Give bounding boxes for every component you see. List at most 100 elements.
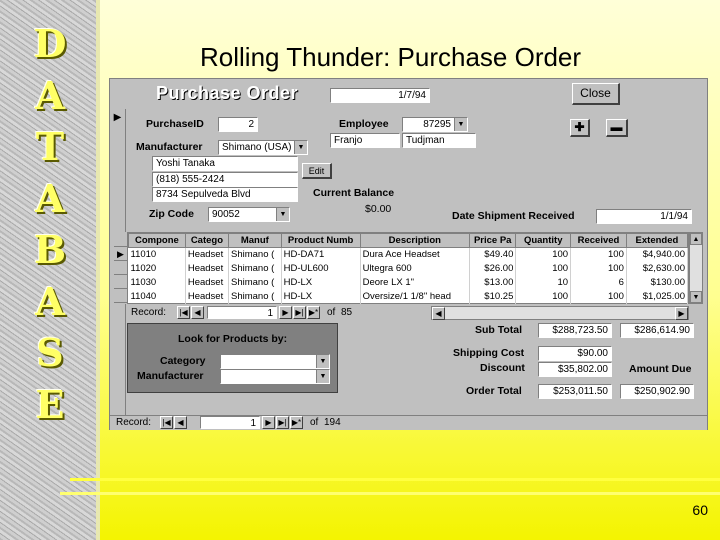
category-select[interactable]: ▼	[220, 354, 330, 369]
row-selector[interactable]	[114, 289, 127, 303]
cell-category[interactable]: Headset	[185, 261, 230, 276]
side-letter: E	[35, 381, 65, 427]
column-header[interactable]: Catego	[184, 233, 230, 248]
last-record-icon[interactable]: ▶|	[276, 416, 289, 429]
cell-category[interactable]: Headset	[185, 247, 230, 262]
column-header[interactable]: Price Pa	[469, 233, 517, 248]
cell-component[interactable]: 11020	[128, 261, 186, 276]
column-header[interactable]: Compone	[128, 233, 186, 248]
cell-category[interactable]: Headset	[185, 275, 230, 290]
cell-description[interactable]: Deore LX 1"	[360, 275, 471, 290]
cell-category[interactable]: Headset	[185, 289, 230, 304]
zip-select[interactable]: 90052 ▼	[208, 207, 290, 222]
row-selector[interactable]	[114, 261, 127, 275]
column-header[interactable]: Description	[359, 233, 471, 248]
cell-extended[interactable]: $4,940.00	[626, 247, 689, 262]
scroll-right-icon[interactable]: ▶	[675, 307, 688, 320]
cell-description[interactable]: Oversize/1 1/8" head	[360, 289, 471, 304]
table-row[interactable]: 11030 Headset Shimano ( HD-LX Deore LX 1…	[128, 275, 689, 290]
cell-component[interactable]: 11030	[128, 275, 186, 290]
cell-component[interactable]: 11010	[128, 247, 186, 262]
scroll-down-icon[interactable]: ▼	[690, 291, 702, 303]
cell-manufacturer[interactable]: Shimano (	[228, 289, 282, 304]
cell-product-number[interactable]: HD-LX	[281, 289, 361, 304]
cell-extended[interactable]: $130.00	[626, 275, 689, 290]
cell-component[interactable]: 11040	[128, 289, 186, 304]
close-button[interactable]: Close	[572, 83, 620, 105]
add-button[interactable]: ✚	[570, 119, 590, 137]
discount-field[interactable]: $35,802.00	[538, 362, 612, 377]
first-record-icon[interactable]: |◀	[177, 306, 190, 319]
prev-record-icon[interactable]: ◀	[174, 416, 187, 429]
column-header[interactable]: Manuf	[228, 233, 282, 248]
cell-description[interactable]: Dura Ace Headset	[360, 247, 471, 262]
row-selector-icon[interactable]: ▶	[114, 247, 127, 261]
prev-record-icon[interactable]: ◀	[191, 306, 204, 319]
column-header[interactable]: Extended	[625, 233, 689, 248]
cell-price[interactable]: $26.00	[469, 261, 517, 276]
column-header[interactable]: Product Numb	[280, 233, 361, 248]
lookup-manufacturer-select[interactable]: ▼	[220, 369, 330, 384]
employee-select[interactable]: 87295 ▼	[402, 117, 468, 132]
cell-manufacturer[interactable]: Shimano (	[228, 261, 282, 276]
cell-received[interactable]: 100	[570, 289, 627, 304]
first-record-icon[interactable]: |◀	[160, 416, 173, 429]
purchase-id-field[interactable]: 2	[218, 117, 258, 132]
cell-received[interactable]: 100	[570, 261, 627, 276]
cell-product-number[interactable]: HD-DA71	[281, 247, 361, 262]
cell-manufacturer[interactable]: Shimano (	[228, 275, 282, 290]
employee-first-name[interactable]: Franjo	[330, 133, 400, 148]
cell-product-number[interactable]: HD-LX	[281, 275, 361, 290]
discount-label: Discount	[480, 362, 525, 374]
cell-quantity[interactable]: 100	[515, 247, 572, 262]
last-record-icon[interactable]: ▶|	[293, 306, 306, 319]
cell-extended[interactable]: $1,025.00	[626, 289, 689, 304]
table-row[interactable]: 11040 Headset Shimano ( HD-LX Oversize/1…	[128, 289, 689, 304]
cell-price[interactable]: $10.25	[469, 289, 517, 304]
cell-description[interactable]: Ultegra 600	[360, 261, 471, 276]
chevron-down-icon[interactable]: ▼	[316, 355, 329, 368]
employee-last-name[interactable]: Tudjman	[402, 133, 476, 148]
chevron-down-icon[interactable]: ▼	[454, 118, 467, 131]
cell-extended[interactable]: $2,630.00	[626, 261, 689, 276]
manufacturer-select[interactable]: Shimano (USA) ▼	[218, 140, 308, 155]
chevron-down-icon[interactable]: ▼	[276, 208, 289, 221]
shipping-field[interactable]: $90.00	[538, 346, 612, 361]
column-header[interactable]: Quantity	[515, 233, 572, 248]
table-row[interactable]: 11020 Headset Shimano ( HD-UL600 Ultegra…	[128, 261, 689, 276]
order-date-field[interactable]: 1/7/94	[330, 88, 430, 103]
cell-price[interactable]: $49.40	[469, 247, 517, 262]
contact-field[interactable]: Yoshi Tanaka	[152, 156, 298, 171]
new-record-icon[interactable]: ▶*	[290, 416, 303, 429]
scroll-up-icon[interactable]: ▲	[690, 233, 702, 245]
next-record-icon[interactable]: ▶	[279, 306, 292, 319]
chevron-down-icon[interactable]: ▼	[316, 370, 329, 383]
main-record-number[interactable]: 1	[200, 416, 260, 429]
cell-product-number[interactable]: HD-UL600	[281, 261, 361, 276]
cell-quantity[interactable]: 100	[515, 261, 572, 276]
table-row[interactable]: 11010 Headset Shimano ( HD-DA71 Dura Ace…	[128, 247, 689, 262]
chevron-down-icon[interactable]: ▼	[294, 141, 307, 154]
phone-field[interactable]: (818) 555-2424	[152, 172, 298, 187]
column-header[interactable]: Received	[570, 233, 627, 248]
address-field[interactable]: 8734 Sepulveda Blvd	[152, 187, 298, 202]
remove-button[interactable]: ▬	[606, 119, 628, 137]
cell-received[interactable]: 100	[570, 247, 627, 262]
cell-quantity[interactable]: 100	[515, 289, 572, 304]
form-title: Purchase Order	[156, 83, 299, 103]
scroll-left-icon[interactable]: ◀	[432, 307, 445, 320]
cell-quantity[interactable]: 10	[515, 275, 572, 290]
decorative-line	[70, 478, 720, 481]
grid-record-number[interactable]: 1	[207, 306, 277, 319]
cell-received[interactable]: 6	[570, 275, 627, 290]
record-selector-icon[interactable]: ▶	[110, 109, 126, 127]
cell-manufacturer[interactable]: Shimano (	[228, 247, 282, 262]
next-record-icon[interactable]: ▶	[262, 416, 275, 429]
grid-horizontal-scrollbar[interactable]: ◀ ▶	[431, 306, 689, 320]
cell-price[interactable]: $13.00	[469, 275, 517, 290]
date-received-field[interactable]: 1/1/94	[596, 209, 692, 224]
edit-button[interactable]: Edit	[302, 163, 332, 179]
grid-vertical-scrollbar[interactable]: ▲ ▼	[689, 232, 703, 304]
new-record-icon[interactable]: ▶*	[307, 306, 320, 319]
row-selector[interactable]	[114, 275, 127, 289]
